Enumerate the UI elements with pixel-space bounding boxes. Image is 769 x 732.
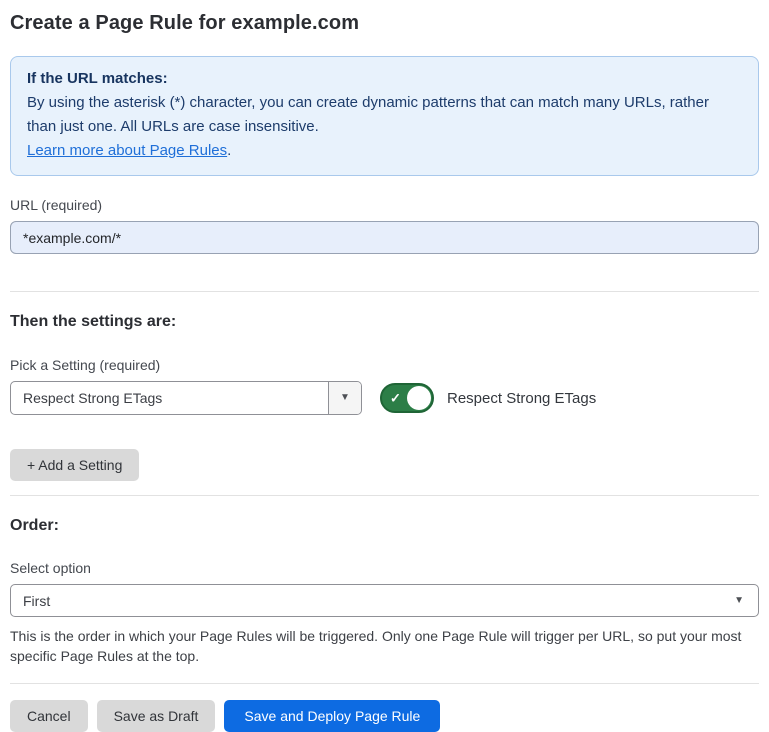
section-divider [10, 291, 759, 292]
toggle-label: Respect Strong ETags [447, 390, 596, 407]
setting-toggle[interactable]: ✓ [380, 383, 434, 413]
settings-heading: Then the settings are: [10, 313, 759, 331]
setting-select-value: Respect Strong ETags [11, 382, 328, 414]
save-draft-button[interactable]: Save as Draft [97, 700, 216, 732]
toggle-knob [407, 386, 431, 410]
order-heading: Order: [10, 517, 759, 535]
page-title: Create a Page Rule for example.com [10, 12, 759, 35]
order-select-value: First [23, 593, 734, 609]
url-match-info-box: If the URL matches: By using the asteris… [10, 56, 759, 176]
setting-select[interactable]: Respect Strong ETags ▼ [10, 381, 362, 415]
url-label: URL (required) [10, 197, 759, 213]
footer-divider [10, 683, 759, 684]
check-icon: ✓ [390, 392, 401, 405]
info-box-heading: If the URL matches: [27, 67, 742, 91]
select-option-label: Select option [10, 560, 759, 576]
section-divider [10, 495, 759, 496]
save-deploy-button[interactable]: Save and Deploy Page Rule [224, 700, 440, 732]
pick-setting-label: Pick a Setting (required) [10, 357, 759, 373]
footer-actions: Cancel Save as Draft Save and Deploy Pag… [10, 700, 759, 732]
learn-more-link[interactable]: Learn more about Page Rules [27, 142, 227, 159]
setting-row: Respect Strong ETags ▼ ✓ Respect Strong … [10, 381, 759, 415]
setting-select-arrow-box[interactable]: ▼ [328, 382, 361, 414]
info-box-body: By using the asterisk (*) character, you… [27, 91, 742, 139]
cancel-button[interactable]: Cancel [10, 700, 88, 732]
info-box-link-line: Learn more about Page Rules. [27, 139, 742, 163]
url-input[interactable] [10, 221, 759, 254]
order-select[interactable]: First ▼ [10, 584, 759, 617]
link-suffix: . [227, 142, 231, 159]
chevron-down-icon: ▼ [734, 596, 744, 606]
chevron-down-icon: ▼ [340, 393, 350, 403]
order-help-text: This is the order in which your Page Rul… [10, 626, 750, 666]
add-setting-button[interactable]: + Add a Setting [10, 449, 139, 481]
